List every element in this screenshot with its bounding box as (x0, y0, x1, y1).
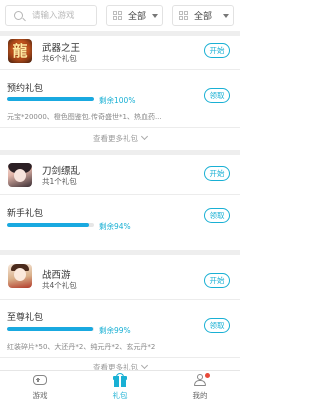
progress-bar (7, 97, 94, 101)
filter-dropdown-2[interactable]: 全部 (172, 5, 234, 26)
caret-down-icon (152, 14, 158, 18)
game-icon-glyph: 龍 (12, 42, 28, 60)
chevron-down-icon (140, 361, 149, 370)
section-divider (0, 31, 240, 36)
pack-name: 新手礼包 (7, 209, 44, 219)
pack-name: 至尊礼包 (7, 313, 44, 323)
progress-fill (7, 327, 94, 331)
gift-icon (113, 373, 127, 387)
game-icon[interactable] (8, 163, 32, 187)
search-input[interactable] (32, 8, 94, 23)
gamepad-icon (33, 375, 47, 385)
bottom-tab-bar: 游戏 礼包 我的 (0, 370, 240, 400)
filter-label: 全部 (128, 12, 147, 22)
top-bar: 全部 全部 (0, 0, 240, 31)
filter-label: 全部 (194, 12, 213, 22)
game-name: 战西游 (42, 270, 71, 281)
pack-description: 红装碎片*50、大还丹*2、纯元丹*2、玄元丹*2 (7, 343, 156, 351)
divider (0, 127, 240, 128)
gift-count: 共4个礼包 (42, 281, 77, 290)
divider (0, 69, 240, 70)
gift-count: 共6个礼包 (42, 54, 77, 63)
start-button[interactable]: 开始 (204, 43, 230, 58)
view-more-link[interactable]: 查看更多礼包 (0, 132, 240, 144)
search-box[interactable] (5, 5, 97, 26)
grid-icon (179, 11, 188, 20)
progress-bar (7, 327, 94, 331)
tab-games[interactable]: 游戏 (0, 371, 80, 400)
view-more-label: 查看更多礼包 (93, 134, 138, 143)
section-divider (0, 250, 240, 255)
divider (0, 299, 240, 300)
chevron-down-icon (140, 132, 149, 141)
gift-count: 共1个礼包 (42, 177, 77, 186)
filter-dropdown-1[interactable]: 全部 (106, 5, 163, 26)
tab-label: 游戏 (32, 391, 48, 400)
progress-fill (7, 97, 94, 101)
claim-button[interactable]: 领取 (204, 318, 230, 333)
section-divider (0, 150, 240, 155)
tab-label: 我的 (192, 391, 208, 400)
progress-fill (7, 223, 89, 227)
divider (0, 357, 240, 358)
pack-name: 预约礼包 (7, 84, 44, 94)
tab-label: 礼包 (112, 391, 128, 400)
pack-description: 元宝*20000、橙色图鉴包.传奇盛世*1、热血药... (7, 113, 162, 121)
tab-gifts[interactable]: 礼包 (80, 371, 160, 400)
progress-bar (7, 223, 94, 227)
tab-mine[interactable]: 我的 (160, 371, 240, 400)
remaining-text: 剩余94% (99, 222, 131, 231)
caret-down-icon (223, 14, 229, 18)
claim-button[interactable]: 领取 (204, 208, 230, 223)
game-name: 武器之王 (42, 43, 81, 54)
remaining-text: 剩余99% (99, 326, 131, 335)
grid-icon (113, 11, 122, 20)
notification-dot (205, 373, 210, 378)
claim-button[interactable]: 领取 (204, 88, 230, 103)
search-icon (14, 11, 23, 20)
game-icon[interactable] (8, 264, 32, 288)
game-icon[interactable]: 龍 (8, 39, 32, 63)
start-button[interactable]: 开始 (204, 166, 230, 181)
divider (0, 194, 240, 195)
game-name: 刀剑缥乱 (42, 166, 81, 177)
start-button[interactable]: 开始 (204, 273, 230, 288)
remaining-text: 剩余100% (99, 96, 136, 105)
